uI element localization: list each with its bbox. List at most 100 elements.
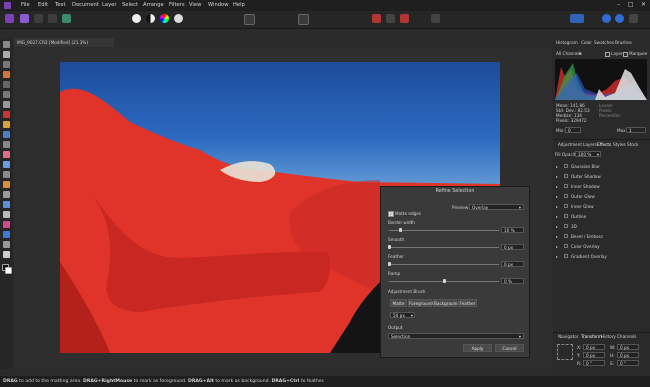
effect-row[interactable]: ▸ Outer Glow [556,193,646,201]
transform-x-field[interactable]: 0 px [583,344,605,350]
node-tool-icon[interactable] [3,221,10,228]
tab-history[interactable]: History [601,334,616,339]
effect-row[interactable]: ▸ Inner Glow [556,203,646,211]
menu-layer[interactable]: Layer [102,2,116,8]
anchor-point-selector[interactable] [557,344,573,360]
apply-button[interactable]: Apply [463,344,492,352]
max-field[interactable]: 1 [626,127,646,133]
shape-tool-icon[interactable] [3,231,10,238]
crop-tool-icon[interactable] [3,61,10,68]
ramp-field[interactable]: 0 % [501,278,524,284]
pixel-tool-icon[interactable] [3,121,10,128]
smooth-slider-handle[interactable] [388,245,391,249]
menu-view[interactable]: View [189,2,201,8]
brush-mode-matte[interactable]: Matte [390,299,407,307]
tab-adjustment[interactable]: Adjustment [558,142,582,147]
mask-options-icon[interactable] [386,14,395,23]
transform-y-field[interactable]: 0 px [583,352,605,358]
menu-edit[interactable]: Edit [38,2,48,8]
marquee-radio[interactable] [623,52,628,57]
brush-size-field[interactable]: 50 px ▾ [390,312,415,318]
tab-channels[interactable]: Channels [617,334,636,339]
smooth-slider[interactable] [389,247,499,248]
menu-file[interactable]: File [21,2,30,8]
matte-edges-checkbox[interactable]: ✓ [388,211,394,217]
tab-brushes[interactable]: Brushes [615,40,632,45]
menu-arrange[interactable]: Arrange [143,2,164,8]
tone-mapping-persona-icon[interactable] [48,14,57,23]
effect-row[interactable]: ▸ Outer Shadow [556,173,646,181]
text-tool-icon[interactable] [3,241,10,248]
tab-transform[interactable]: Transform [581,334,602,339]
smooth-field[interactable]: 0 px [501,244,524,250]
feather-slider-handle[interactable] [388,262,391,266]
menu-text[interactable]: Text [55,2,66,8]
auto-white-balance-icon[interactable] [174,14,183,23]
quick-mask-icon[interactable] [298,14,309,25]
clone-brush-icon[interactable] [3,171,10,178]
dodge-brush-icon[interactable] [3,161,10,168]
secondary-color-swatch[interactable] [5,267,12,274]
transform-w-field[interactable]: 0 px [617,344,639,350]
cancel-button[interactable]: Cancel [495,344,524,352]
guides-icon[interactable] [629,14,638,23]
selection-brush-icon[interactable] [3,71,10,78]
selection-mode-icon[interactable] [244,14,255,25]
effect-row[interactable]: ▸ Outline [556,213,646,221]
flood-fill-icon[interactable] [3,131,10,138]
liquify-persona-icon[interactable] [20,14,29,23]
paint-brush-icon[interactable] [3,111,10,118]
close-icon[interactable]: ✕ [641,1,646,8]
gradient-tool-icon[interactable] [3,141,10,148]
move-tool-icon[interactable] [3,51,10,58]
menu-help[interactable]: Help [233,2,245,8]
border-width-field[interactable]: 10 % [501,227,524,233]
mask-mode-alt-icon[interactable] [400,14,409,23]
effect-row[interactable]: ▸ Gaussian Blur [556,163,646,171]
menu-document[interactable]: Document [72,2,99,8]
fill-opacity-field[interactable]: 100 % ▾ [575,151,601,157]
tab-navigator[interactable]: Navigator [558,334,579,339]
healing-brush-icon[interactable] [3,181,10,188]
transform-s-field[interactable]: 0 ° [617,360,639,366]
red-eye-icon[interactable] [3,191,10,198]
erase-brush-icon[interactable] [3,151,10,158]
color-picker-icon[interactable] [3,101,10,108]
border-width-slider-handle[interactable] [399,228,402,232]
snapping-icon[interactable] [602,14,611,23]
flood-select-icon[interactable] [3,81,10,88]
tab-layers[interactable]: Layers [583,142,597,147]
feather-slider[interactable] [389,264,499,265]
marquee-tool-icon[interactable] [3,91,10,98]
effect-row[interactable]: ▸ Inner Shadow [556,183,646,191]
menu-select[interactable]: Select [122,2,138,8]
auto-contrast-icon[interactable] [146,14,155,23]
menu-filters[interactable]: Filters [169,2,185,8]
output-select[interactable]: Selection ▾ [388,333,524,339]
menu-window[interactable]: Window [208,2,228,8]
tab-stock[interactable]: Stock [627,142,639,147]
grid-icon[interactable] [615,14,624,23]
min-field[interactable]: 0 [565,127,581,133]
brush-mode-foreground[interactable]: Foreground [408,299,433,307]
pen-tool-icon[interactable] [3,211,10,218]
tab-swatches[interactable]: Swatches [594,40,614,45]
feather-field[interactable]: 0 px [501,261,524,267]
arrange-icon[interactable] [570,14,584,23]
ramp-slider-handle[interactable] [443,279,446,283]
photo-persona-icon[interactable] [5,14,14,23]
effect-row[interactable]: ▸ 3D [556,223,646,231]
effect-row[interactable]: ▸ Color Overlay [556,243,646,251]
export-persona-icon[interactable] [62,14,71,23]
app-logo-icon[interactable] [4,2,11,9]
tab-color[interactable]: Color [581,40,592,45]
effect-row[interactable]: ▸ Gradient Overlay [556,253,646,261]
tab-styles[interactable]: Styles [613,142,626,147]
border-width-slider[interactable] [389,230,499,231]
layer-radio[interactable] [605,52,610,57]
chevron-down-icon[interactable]: ▾ [579,51,581,56]
minimize-icon[interactable]: – [617,1,620,8]
tab-effects[interactable]: Effects [597,142,611,147]
effect-row[interactable]: ▸ Bevel / Emboss [556,233,646,241]
develop-persona-icon[interactable] [34,14,43,23]
